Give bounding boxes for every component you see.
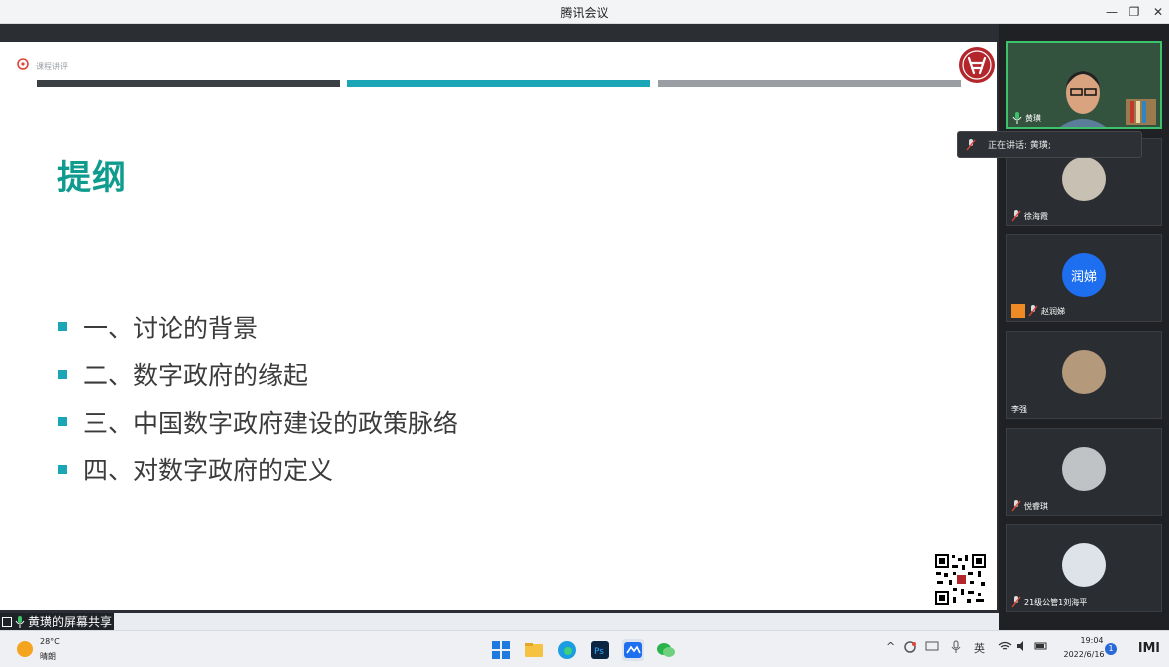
battery-icon[interactable]	[1034, 640, 1048, 652]
svg-text:Ps: Ps	[594, 647, 604, 657]
participant-tile[interactable]: 黄璜	[1006, 41, 1162, 129]
outline-item-text: 一、讨论的背景	[83, 313, 259, 343]
participant-tile[interactable]: 李强	[1006, 331, 1162, 419]
slide-watermark-text: 课程讲评	[36, 62, 68, 71]
cloud-logo-icon	[17, 58, 29, 70]
university-seal-icon	[959, 47, 995, 83]
notification-badge[interactable]: 1	[1105, 643, 1117, 655]
participant-avatar: 润娣	[1062, 253, 1106, 297]
microphone-muted-icon	[1011, 210, 1021, 222]
bullet-square-icon	[58, 464, 67, 474]
microphone-icon	[15, 615, 25, 628]
participant-name-text: 赵润娣	[1041, 306, 1065, 316]
microphone-active-icon	[1012, 112, 1022, 124]
participant-name-text: 悦睿琪	[1024, 501, 1048, 511]
microphone-icon	[966, 138, 976, 150]
taskbar: 28°C 晴朗 Ps ^ 英 19:04 2022/6/16 1 lΜl	[0, 630, 1169, 667]
keyboard-icon[interactable]	[925, 640, 939, 652]
participant-sidebar: 黄璜 徐海霞 润娣 赵润娣 李强 悦睿琪 21级公管1刘海平	[999, 24, 1169, 630]
photoshop-icon[interactable]: Ps	[589, 639, 611, 661]
input-method-indicator[interactable]: 英	[974, 640, 985, 656]
host-badge-icon	[1011, 304, 1025, 318]
screen-share-icon	[2, 616, 12, 627]
edge-browser-icon[interactable]	[556, 639, 578, 661]
participant-tile[interactable]: 润娣 赵润娣	[1006, 234, 1162, 322]
header-bar-gray	[658, 80, 961, 87]
screen-share-label: 黄璜的屏幕共享	[0, 613, 114, 630]
qr-code-icon	[934, 553, 987, 606]
microphone-muted-icon	[1028, 305, 1038, 317]
participant-name: 黄璜	[1012, 112, 1041, 124]
participant-name: 徐海霞	[1011, 210, 1048, 222]
tencent-meeting-icon[interactable]	[622, 639, 644, 661]
participant-name: 李强	[1011, 404, 1027, 415]
wechat-icon[interactable]	[655, 639, 677, 661]
outline-item: 三、中国数字政府建设的政策脉络	[58, 398, 458, 446]
participant-name: 悦睿琪	[1011, 500, 1048, 512]
weather-condition[interactable]: 晴朗	[40, 651, 56, 662]
participant-tile[interactable]: 悦睿琪	[1006, 428, 1162, 516]
participant-avatar	[1062, 447, 1106, 491]
participant-tile[interactable]: 21级公管1刘海平	[1006, 524, 1162, 612]
bullet-square-icon	[58, 417, 67, 427]
volume-icon[interactable]	[1016, 640, 1028, 652]
participant-name-text: 李强	[1011, 405, 1027, 414]
participant-name-text: 21级公管1刘海平	[1024, 597, 1088, 607]
tray-overflow-icon[interactable]: ^	[886, 640, 895, 653]
outline-item: 四、对数字政府的定义	[58, 446, 458, 494]
screen-share-text: 黄璜的屏幕共享	[28, 615, 113, 629]
outline-item: 一、讨论的背景	[58, 303, 458, 351]
sun-icon[interactable]	[17, 641, 33, 657]
window-title: 腾讯会议	[560, 6, 609, 20]
sync-icon[interactable]	[903, 640, 917, 654]
outline-item-text: 三、中国数字政府建设的政策脉络	[83, 408, 459, 438]
windows-start-icon[interactable]	[490, 639, 512, 661]
desktop-corner-label[interactable]: lΜl	[1138, 641, 1160, 656]
participant-avatar	[1062, 543, 1106, 587]
slide-title: 提纲	[57, 158, 127, 198]
participant-avatar	[1062, 350, 1106, 394]
header-bar-teal	[347, 80, 650, 87]
outline-item-text: 二、数字政府的缘起	[83, 361, 309, 391]
outline-item-text: 四、对数字政府的定义	[83, 456, 334, 486]
outline-list: 一、讨论的背景 二、数字政府的缘起 三、中国数字政府建设的政策脉络 四、对数字政…	[58, 303, 458, 493]
file-explorer-icon[interactable]	[523, 639, 545, 661]
speaking-indicator-text: 正在讲话: 黄璜;	[988, 141, 1051, 151]
wifi-icon[interactable]	[998, 640, 1012, 652]
participant-name: 21级公管1刘海平	[1011, 596, 1087, 608]
restore-button[interactable]: ❐	[1122, 2, 1146, 22]
bullet-square-icon	[58, 369, 67, 379]
speaking-indicator: 正在讲话: 黄璜;	[957, 131, 1142, 158]
participant-name-text: 黄璜	[1025, 113, 1041, 123]
participant-name-text: 徐海霞	[1024, 211, 1048, 221]
minimize-button[interactable]: —	[1100, 2, 1124, 22]
microphone-muted-icon	[1011, 500, 1021, 512]
clock-date[interactable]: 2022/6/16	[1059, 650, 1109, 659]
bullet-square-icon	[58, 322, 67, 332]
window-titlebar: 腾讯会议 — ❐ ✕	[0, 0, 1169, 24]
microphone-muted-icon	[1011, 596, 1021, 608]
close-button[interactable]: ✕	[1146, 2, 1169, 22]
weather-temperature[interactable]: 28°C	[40, 637, 60, 646]
participant-name: 赵润娣	[1011, 304, 1065, 318]
microphone-tray-icon[interactable]	[951, 640, 961, 654]
header-bar-dark	[37, 80, 340, 87]
outline-item: 二、数字政府的缘起	[58, 351, 458, 399]
participant-avatar	[1062, 157, 1106, 201]
